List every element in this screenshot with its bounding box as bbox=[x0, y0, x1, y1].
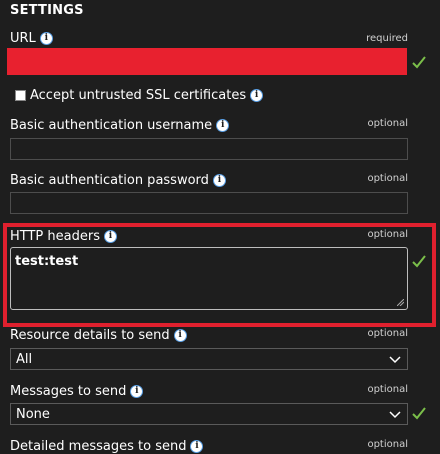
info-icon[interactable]: i bbox=[39, 32, 53, 45]
basic-password-label-row: Basic authentication password i bbox=[10, 173, 226, 188]
resource-details-selected: All bbox=[16, 351, 33, 367]
detailed-messages-label: Detailed messages to send bbox=[10, 439, 187, 454]
chevron-down-icon bbox=[389, 356, 401, 364]
accept-ssl-label: Accept untrusted SSL certificates bbox=[30, 88, 247, 103]
messages-select[interactable]: None bbox=[10, 403, 408, 425]
info-icon[interactable]: i bbox=[216, 119, 230, 132]
basic-password-label: Basic authentication password bbox=[10, 173, 209, 188]
basic-username-label-row: Basic authentication username i bbox=[10, 118, 230, 133]
section-title: SETTINGS bbox=[10, 3, 84, 18]
resource-details-label-row: Resource details to send i bbox=[10, 328, 187, 343]
info-icon[interactable]: i bbox=[103, 230, 117, 243]
basic-username-input[interactable] bbox=[10, 138, 408, 160]
basic-password-input[interactable] bbox=[10, 192, 408, 214]
http-headers-value: test:test bbox=[15, 254, 79, 269]
info-icon[interactable]: i bbox=[173, 329, 187, 342]
checkmark-icon bbox=[412, 56, 426, 69]
accept-ssl-label-row: Accept untrusted SSL certificates i bbox=[30, 88, 264, 103]
basic-password-optional-tag: optional bbox=[367, 173, 408, 184]
http-headers-textarea[interactable]: test:test bbox=[10, 247, 408, 310]
url-label-row: URL i bbox=[10, 31, 53, 46]
checkmark-icon bbox=[412, 407, 426, 420]
info-icon[interactable]: i bbox=[190, 440, 204, 453]
url-input-redacted[interactable] bbox=[7, 48, 407, 75]
resize-grip-icon[interactable] bbox=[397, 299, 404, 306]
checkmark-icon bbox=[412, 255, 426, 268]
resource-details-select[interactable]: All bbox=[10, 348, 408, 370]
basic-username-label: Basic authentication username bbox=[10, 118, 213, 133]
detailed-messages-optional-tag: optional bbox=[367, 439, 408, 450]
http-headers-optional-tag: optional bbox=[367, 229, 408, 240]
chevron-down-icon bbox=[389, 411, 401, 419]
resource-details-optional-tag: optional bbox=[367, 328, 408, 339]
info-icon[interactable]: i bbox=[250, 89, 264, 102]
messages-optional-tag: optional bbox=[367, 384, 408, 395]
resource-details-label: Resource details to send bbox=[10, 328, 170, 343]
url-required-tag: required bbox=[366, 33, 408, 44]
messages-selected: None bbox=[16, 406, 50, 422]
http-headers-label-row: HTTP headers i bbox=[10, 229, 117, 244]
info-icon[interactable]: i bbox=[130, 385, 144, 398]
accept-ssl-checkbox[interactable] bbox=[15, 90, 26, 101]
info-icon[interactable]: i bbox=[212, 174, 226, 187]
http-headers-label: HTTP headers bbox=[10, 229, 100, 244]
messages-label: Messages to send bbox=[10, 384, 127, 399]
url-label: URL bbox=[10, 31, 36, 46]
detailed-messages-label-row: Detailed messages to send i bbox=[10, 439, 204, 454]
basic-username-optional-tag: optional bbox=[367, 118, 408, 129]
messages-label-row: Messages to send i bbox=[10, 384, 144, 399]
